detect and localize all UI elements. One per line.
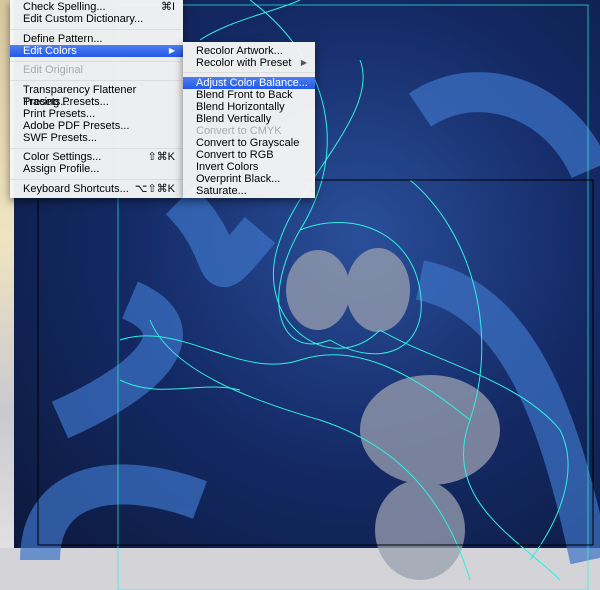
menu-item-edit-colors[interactable]: Edit Colors ▶ bbox=[10, 45, 183, 57]
menu-item-invert-colors[interactable]: Invert Colors bbox=[183, 161, 315, 173]
label: Keyboard Shortcuts... bbox=[23, 183, 129, 195]
menu-item-adjust-color-balance[interactable]: Adjust Color Balance... bbox=[183, 77, 315, 89]
menu-item-define-pattern[interactable]: Define Pattern... bbox=[10, 33, 183, 45]
shortcut: ⌘I bbox=[160, 1, 175, 13]
menu-item-adobe-pdf-presets[interactable]: Adobe PDF Presets... bbox=[10, 120, 183, 132]
menu-item-transparency-flattener-presets[interactable]: Transparency Flattener Presets... bbox=[10, 84, 183, 108]
separator bbox=[10, 148, 183, 149]
submenu-arrow-icon: ▶ bbox=[300, 58, 307, 67]
label: Color Settings... bbox=[23, 151, 102, 163]
separator bbox=[10, 29, 183, 30]
menu-item-saturate[interactable]: Saturate... bbox=[183, 185, 315, 197]
menu-item-blend-horizontally[interactable]: Blend Horizontally bbox=[183, 101, 315, 113]
menu-item-print-presets[interactable]: Print Presets... bbox=[10, 108, 183, 120]
menu-item-edit-custom-dictionary[interactable]: Edit Custom Dictionary... bbox=[10, 13, 183, 25]
menu-item-swf-presets[interactable]: SWF Presets... bbox=[10, 132, 183, 144]
shortcut: ⌥⇧⌘K bbox=[134, 183, 175, 195]
separator bbox=[183, 72, 315, 73]
menu-item-edit-original: Edit Original bbox=[23, 64, 83, 76]
separator bbox=[10, 179, 183, 180]
label: Edit Colors bbox=[23, 45, 77, 57]
menu-item-convert-to-cmyk: Convert to CMYK bbox=[196, 125, 282, 137]
menu-item-tracing-presets[interactable]: Tracing Presets... bbox=[10, 96, 183, 108]
menu-item-convert-to-rgb[interactable]: Convert to RGB bbox=[183, 149, 315, 161]
shortcut: ⇧⌘K bbox=[147, 151, 175, 163]
menu-item-keyboard-shortcuts[interactable]: Keyboard Shortcuts... ⌥⇧⌘K bbox=[10, 183, 183, 195]
menu-item-blend-front-to-back[interactable]: Blend Front to Back bbox=[183, 89, 315, 101]
menu-item-check-spelling[interactable]: Check Spelling... ⌘I bbox=[10, 1, 183, 13]
separator bbox=[10, 80, 183, 81]
edit-colors-submenu: Recolor Artwork... Recolor with Preset ▶ … bbox=[183, 42, 315, 198]
edit-menu: Check Spelling... ⌘I Edit Custom Dictiona… bbox=[10, 0, 183, 198]
menu-item-assign-profile[interactable]: Assign Profile... bbox=[10, 163, 183, 175]
submenu-arrow-icon: ▶ bbox=[168, 46, 175, 55]
menu-item-overprint-black[interactable]: Overprint Black... bbox=[183, 173, 315, 185]
separator bbox=[10, 61, 183, 62]
menu-item-recolor-with-preset[interactable]: Recolor with Preset ▶ bbox=[183, 57, 315, 69]
label: Recolor with Preset bbox=[196, 57, 292, 69]
menu-item-blend-vertically[interactable]: Blend Vertically bbox=[183, 113, 315, 125]
label: Check Spelling... bbox=[23, 1, 106, 13]
menu-item-convert-to-grayscale[interactable]: Convert to Grayscale bbox=[183, 137, 315, 149]
menu-item-color-settings[interactable]: Color Settings... ⇧⌘K bbox=[10, 151, 183, 163]
menu-item-recolor-artwork[interactable]: Recolor Artwork... bbox=[183, 45, 315, 57]
